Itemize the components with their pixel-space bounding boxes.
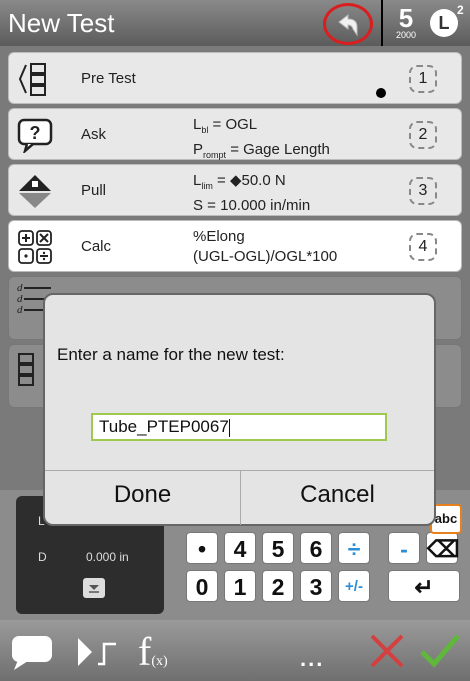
pull-icon: [19, 175, 51, 208]
text-caret: [228, 418, 230, 437]
backspace-key[interactable]: ⌫: [426, 532, 460, 564]
value-d: 0.000 in: [86, 550, 129, 564]
step-name: Calc: [81, 238, 112, 255]
key-0[interactable]: 0: [186, 570, 218, 602]
step-number-badge: 3: [409, 177, 437, 205]
comment-icon[interactable]: [10, 634, 58, 672]
svg-text:d: d: [17, 304, 23, 316]
chevron-down-icon: [89, 585, 99, 593]
svg-text:?: ?: [30, 123, 41, 143]
done-button[interactable]: Done: [45, 471, 241, 525]
key-5[interactable]: 5: [262, 532, 294, 564]
step-details: %Elong (UGL-OGL)/OGL*100: [193, 228, 338, 265]
more-options-button[interactable]: ...: [300, 646, 324, 672]
key-minus[interactable]: -: [388, 532, 420, 564]
undo-button[interactable]: [323, 3, 373, 45]
mode-superscript: 2: [457, 3, 464, 17]
calc-icon: [18, 230, 52, 264]
step-name: Ask: [81, 126, 107, 143]
key-decimal[interactable]: •: [186, 532, 218, 564]
annotation-pointer-dot: [376, 88, 386, 98]
step-number-badge: 1: [409, 65, 437, 93]
key-2[interactable]: 2: [262, 570, 294, 602]
step-function-icon[interactable]: [76, 634, 126, 674]
key-6[interactable]: 6: [300, 532, 332, 564]
step-name: Pull: [81, 182, 107, 199]
label-d: D: [38, 550, 47, 564]
page-title: New Test: [8, 8, 115, 38]
step-number-badge: 4: [409, 233, 437, 261]
step-row-pull[interactable]: Pull Llim = ◆50.0 N S = 10.000 in/min 3: [8, 164, 462, 216]
step-row-calc[interactable]: Calc %Elong (UGL-OGL)/OGL*100 4: [8, 220, 462, 272]
question-icon: ?: [17, 118, 53, 153]
dialog-buttons: Done Cancel: [45, 470, 434, 525]
check-icon[interactable]: [418, 630, 462, 672]
step-number-badge: 2: [409, 121, 437, 149]
key-1[interactable]: 1: [224, 570, 256, 602]
enter-key[interactable]: ↵: [388, 570, 460, 602]
undo-icon: [338, 13, 358, 37]
key-4[interactable]: 4: [224, 532, 256, 564]
step-name: Pre Test: [81, 70, 136, 87]
step-count-icon[interactable]: 5 2000: [389, 5, 423, 42]
dropdown-button[interactable]: [83, 578, 105, 598]
function-icon[interactable]: f(x): [138, 628, 168, 675]
step-row-pre-test[interactable]: Pre Test 1: [8, 52, 462, 104]
step-details: Lbl = OGL Prompt = Gage Length: [193, 116, 330, 160]
step-row-ask[interactable]: ? Ask Lbl = OGL Prompt = Gage Length 2: [8, 108, 462, 160]
step-details: Llim = ◆50.0 N S = 10.000 in/min: [193, 172, 311, 214]
close-icon[interactable]: [366, 630, 408, 672]
test-name-input[interactable]: Tube_PTEP0067: [91, 413, 387, 441]
pretest-icon: [18, 63, 46, 96]
cancel-button[interactable]: Cancel: [241, 471, 434, 525]
key-3[interactable]: 3: [300, 570, 332, 602]
new-test-dialog: Enter a name for the new test: Tube_PTEP…: [43, 293, 436, 526]
mode-icon[interactable]: L: [430, 9, 458, 37]
key-divide[interactable]: ÷: [338, 532, 370, 564]
dialog-prompt: Enter a name for the new test:: [57, 345, 285, 364]
bottom-toolbar: f(x) ...: [0, 620, 470, 681]
key-plus-minus[interactable]: +/-: [338, 570, 370, 602]
title-bar: New Test 5 2000 L 2: [0, 0, 470, 46]
